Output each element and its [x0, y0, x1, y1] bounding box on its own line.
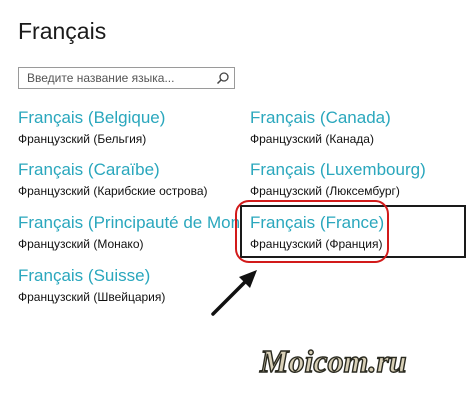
- language-name: Français (Luxembourg): [250, 160, 426, 179]
- language-name: Français (Canada): [250, 108, 391, 127]
- language-name: Français (Caraïbe): [18, 160, 160, 179]
- language-native-name: Французский (Монако): [18, 237, 144, 251]
- language-item-caraibe[interactable]: Français (Caraïbe) Французский (Карибски…: [18, 160, 228, 199]
- watermark-logo: Moicom.ru: [258, 342, 407, 379]
- language-native-name: Французский (Канада): [250, 132, 374, 146]
- language-name: Français (Belgique): [18, 108, 166, 127]
- highlight-oval: [235, 200, 389, 263]
- search-icon[interactable]: [216, 71, 230, 85]
- svg-text:Moicom.ru: Moicom.ru: [259, 343, 407, 379]
- search-box[interactable]: [18, 67, 235, 89]
- language-native-name: Французский (Швейцария): [18, 290, 166, 304]
- language-item-canada[interactable]: Français (Canada) Французский (Канада): [250, 108, 460, 147]
- language-name: Français (Principauté de Monaco): [18, 213, 240, 232]
- language-item-belgique[interactable]: Français (Belgique) Французский (Бельгия…: [18, 108, 228, 147]
- language-native-name: Французский (Люксембург): [250, 184, 400, 198]
- arrow-icon: [211, 270, 257, 316]
- language-native-name: Французский (Бельгия): [18, 132, 147, 146]
- page-title: Français: [18, 18, 107, 44]
- language-item-monaco[interactable]: Français (Principauté de Monaco) Француз…: [18, 213, 240, 252]
- language-item-luxembourg[interactable]: Français (Luxembourg) Французский (Люксе…: [250, 160, 460, 199]
- language-item-suisse[interactable]: Français (Suisse) Французский (Швейцария…: [18, 266, 228, 305]
- language-native-name: Французский (Карибские острова): [18, 184, 208, 198]
- search-input[interactable]: [27, 68, 207, 88]
- language-name: Français (Suisse): [18, 266, 151, 285]
